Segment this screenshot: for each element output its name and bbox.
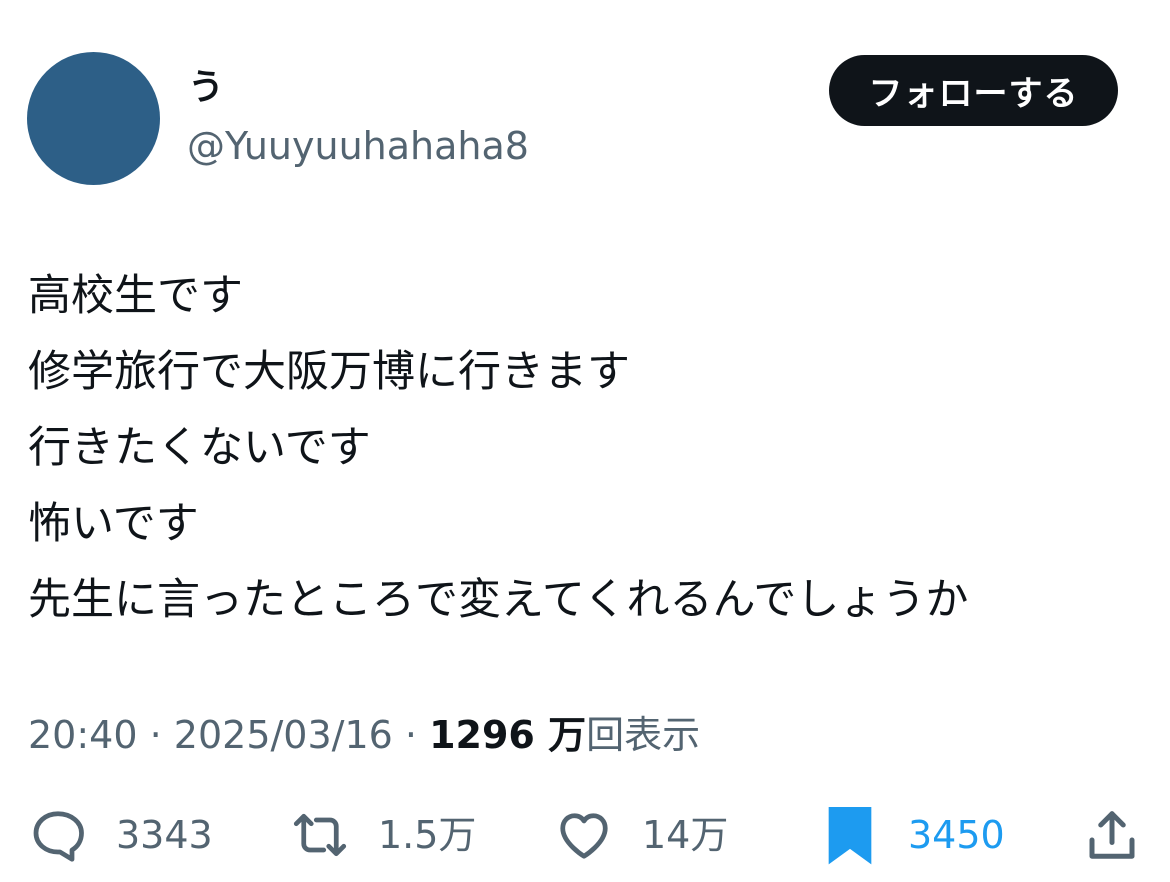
share-button[interactable]: [1082, 800, 1142, 870]
like-count: 14万: [642, 813, 729, 857]
tweet-header: う @Yuuyuuhahaha8 フォローする: [0, 0, 1170, 200]
follow-button[interactable]: フォローする: [829, 55, 1118, 126]
display-name[interactable]: う: [188, 64, 224, 112]
like-button[interactable]: 14万: [554, 800, 728, 870]
heart-icon: [554, 805, 614, 865]
bookmark-count: 3450: [908, 813, 1005, 857]
reply-button[interactable]: 3343: [28, 800, 213, 870]
tweet-line: 行きたくないです: [28, 423, 371, 473]
bookmark-button[interactable]: 3450: [826, 800, 1005, 870]
retweet-button[interactable]: 1.5万: [288, 800, 476, 870]
tweet-line: 怖いです: [28, 499, 199, 549]
tweet-line: 先生に言ったところで変えてくれるんでしょうか: [28, 575, 969, 625]
tweet-meta: 20:40 · 2025/03/16 · 1296 万回表示: [28, 710, 700, 760]
bookmark-icon: [826, 803, 874, 867]
action-bar: 3343 1.5万 14万 3450: [0, 800, 1170, 870]
tweet-line: 高校生です: [28, 271, 243, 321]
views-count: 1296 万: [429, 713, 587, 757]
tweet-text: 高校生です 修学旅行で大阪万博に行きます 行きたくないです 怖いです 先生に言っ…: [28, 258, 1148, 638]
share-icon: [1082, 805, 1142, 865]
reply-icon: [28, 805, 88, 865]
retweet-icon: [288, 805, 352, 865]
views-label: 回表示: [586, 713, 701, 757]
tweet-line: 修学旅行で大阪万博に行きます: [28, 347, 630, 397]
tweet-date[interactable]: 2025/03/16: [174, 713, 393, 757]
reply-count: 3343: [116, 813, 213, 857]
avatar[interactable]: [27, 52, 160, 185]
tweet-time[interactable]: 20:40: [28, 713, 138, 757]
user-handle[interactable]: @Yuuyuuhahaha8: [187, 122, 529, 170]
retweet-count: 1.5万: [378, 813, 477, 857]
meta-separator: ·: [404, 713, 418, 757]
meta-separator: ·: [149, 713, 162, 757]
